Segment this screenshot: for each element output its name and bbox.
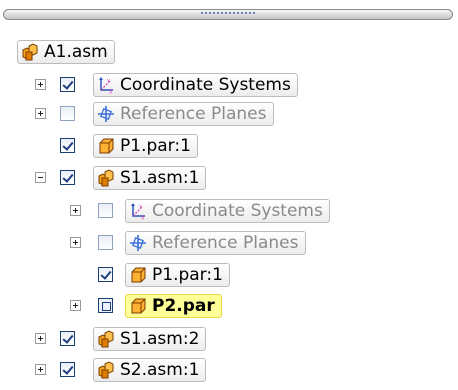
- assembly-icon: [21, 43, 39, 61]
- tree-node[interactable]: Coordinate Systems: [125, 199, 330, 223]
- expand-icon[interactable]: [70, 237, 81, 248]
- tree-node[interactable]: P1.par:1: [125, 263, 230, 287]
- visibility-checkbox[interactable]: [98, 267, 113, 282]
- visibility-checkbox-partial[interactable]: [98, 298, 113, 313]
- assembly-icon: [97, 361, 115, 379]
- tree-node-label: S1.asm:2: [120, 329, 200, 349]
- tree-node-label: Reference Planes: [152, 233, 299, 253]
- expand-icon[interactable]: [70, 300, 81, 311]
- expand-icon[interactable]: [35, 364, 46, 375]
- assembly-icon: [97, 169, 115, 187]
- coordinate-systems-icon: [129, 202, 147, 220]
- panel-splitter[interactable]: [3, 9, 453, 20]
- expand-icon[interactable]: [35, 79, 46, 90]
- tree-node[interactable]: P1.par:1: [93, 134, 198, 158]
- expand-icon[interactable]: [35, 333, 46, 344]
- visibility-checkbox[interactable]: [60, 77, 75, 92]
- tree-node[interactable]: S1.asm:1: [93, 166, 207, 190]
- tree-node-label: S1.asm:1: [120, 168, 200, 188]
- reference-planes-icon: [129, 234, 147, 252]
- expand-icon[interactable]: [70, 205, 81, 216]
- visibility-checkbox[interactable]: [60, 106, 75, 121]
- grip-handle[interactable]: [201, 12, 255, 14]
- part-icon: [129, 297, 147, 315]
- tree-node[interactable]: S1.asm:2: [93, 327, 207, 351]
- visibility-checkbox[interactable]: [98, 203, 113, 218]
- tree-node-label: Coordinate Systems: [120, 75, 291, 95]
- visibility-checkbox[interactable]: [60, 170, 75, 185]
- tree-node-root[interactable]: A1.asm: [17, 40, 115, 64]
- tree-node-label: S2.asm:1: [120, 360, 200, 380]
- reference-planes-icon: [97, 105, 115, 123]
- tree-node-label: Reference Planes: [120, 104, 267, 124]
- assembly-icon: [97, 330, 115, 348]
- expand-icon[interactable]: [35, 108, 46, 119]
- tree-node[interactable]: Reference Planes: [125, 231, 306, 255]
- coordinate-systems-icon: [97, 76, 115, 94]
- tree-node[interactable]: Reference Planes: [93, 102, 274, 126]
- visibility-checkbox[interactable]: [60, 362, 75, 377]
- visibility-checkbox[interactable]: [60, 138, 75, 153]
- collapse-icon[interactable]: [35, 172, 46, 183]
- tree-node-label: Coordinate Systems: [152, 201, 323, 221]
- part-icon: [97, 137, 115, 155]
- tree-node-label: P1.par:1: [120, 136, 191, 156]
- tree-node-label: P1.par:1: [152, 265, 223, 285]
- visibility-checkbox[interactable]: [60, 331, 75, 346]
- visibility-checkbox[interactable]: [98, 235, 113, 250]
- tree-node-selected[interactable]: P2.par: [125, 294, 222, 318]
- tree-node[interactable]: Coordinate Systems: [93, 73, 298, 97]
- part-icon: [129, 266, 147, 284]
- tree-node[interactable]: S2.asm:1: [93, 358, 207, 382]
- tree-node-label: A1.asm: [44, 42, 108, 62]
- tree-node-label: P2.par: [152, 296, 215, 316]
